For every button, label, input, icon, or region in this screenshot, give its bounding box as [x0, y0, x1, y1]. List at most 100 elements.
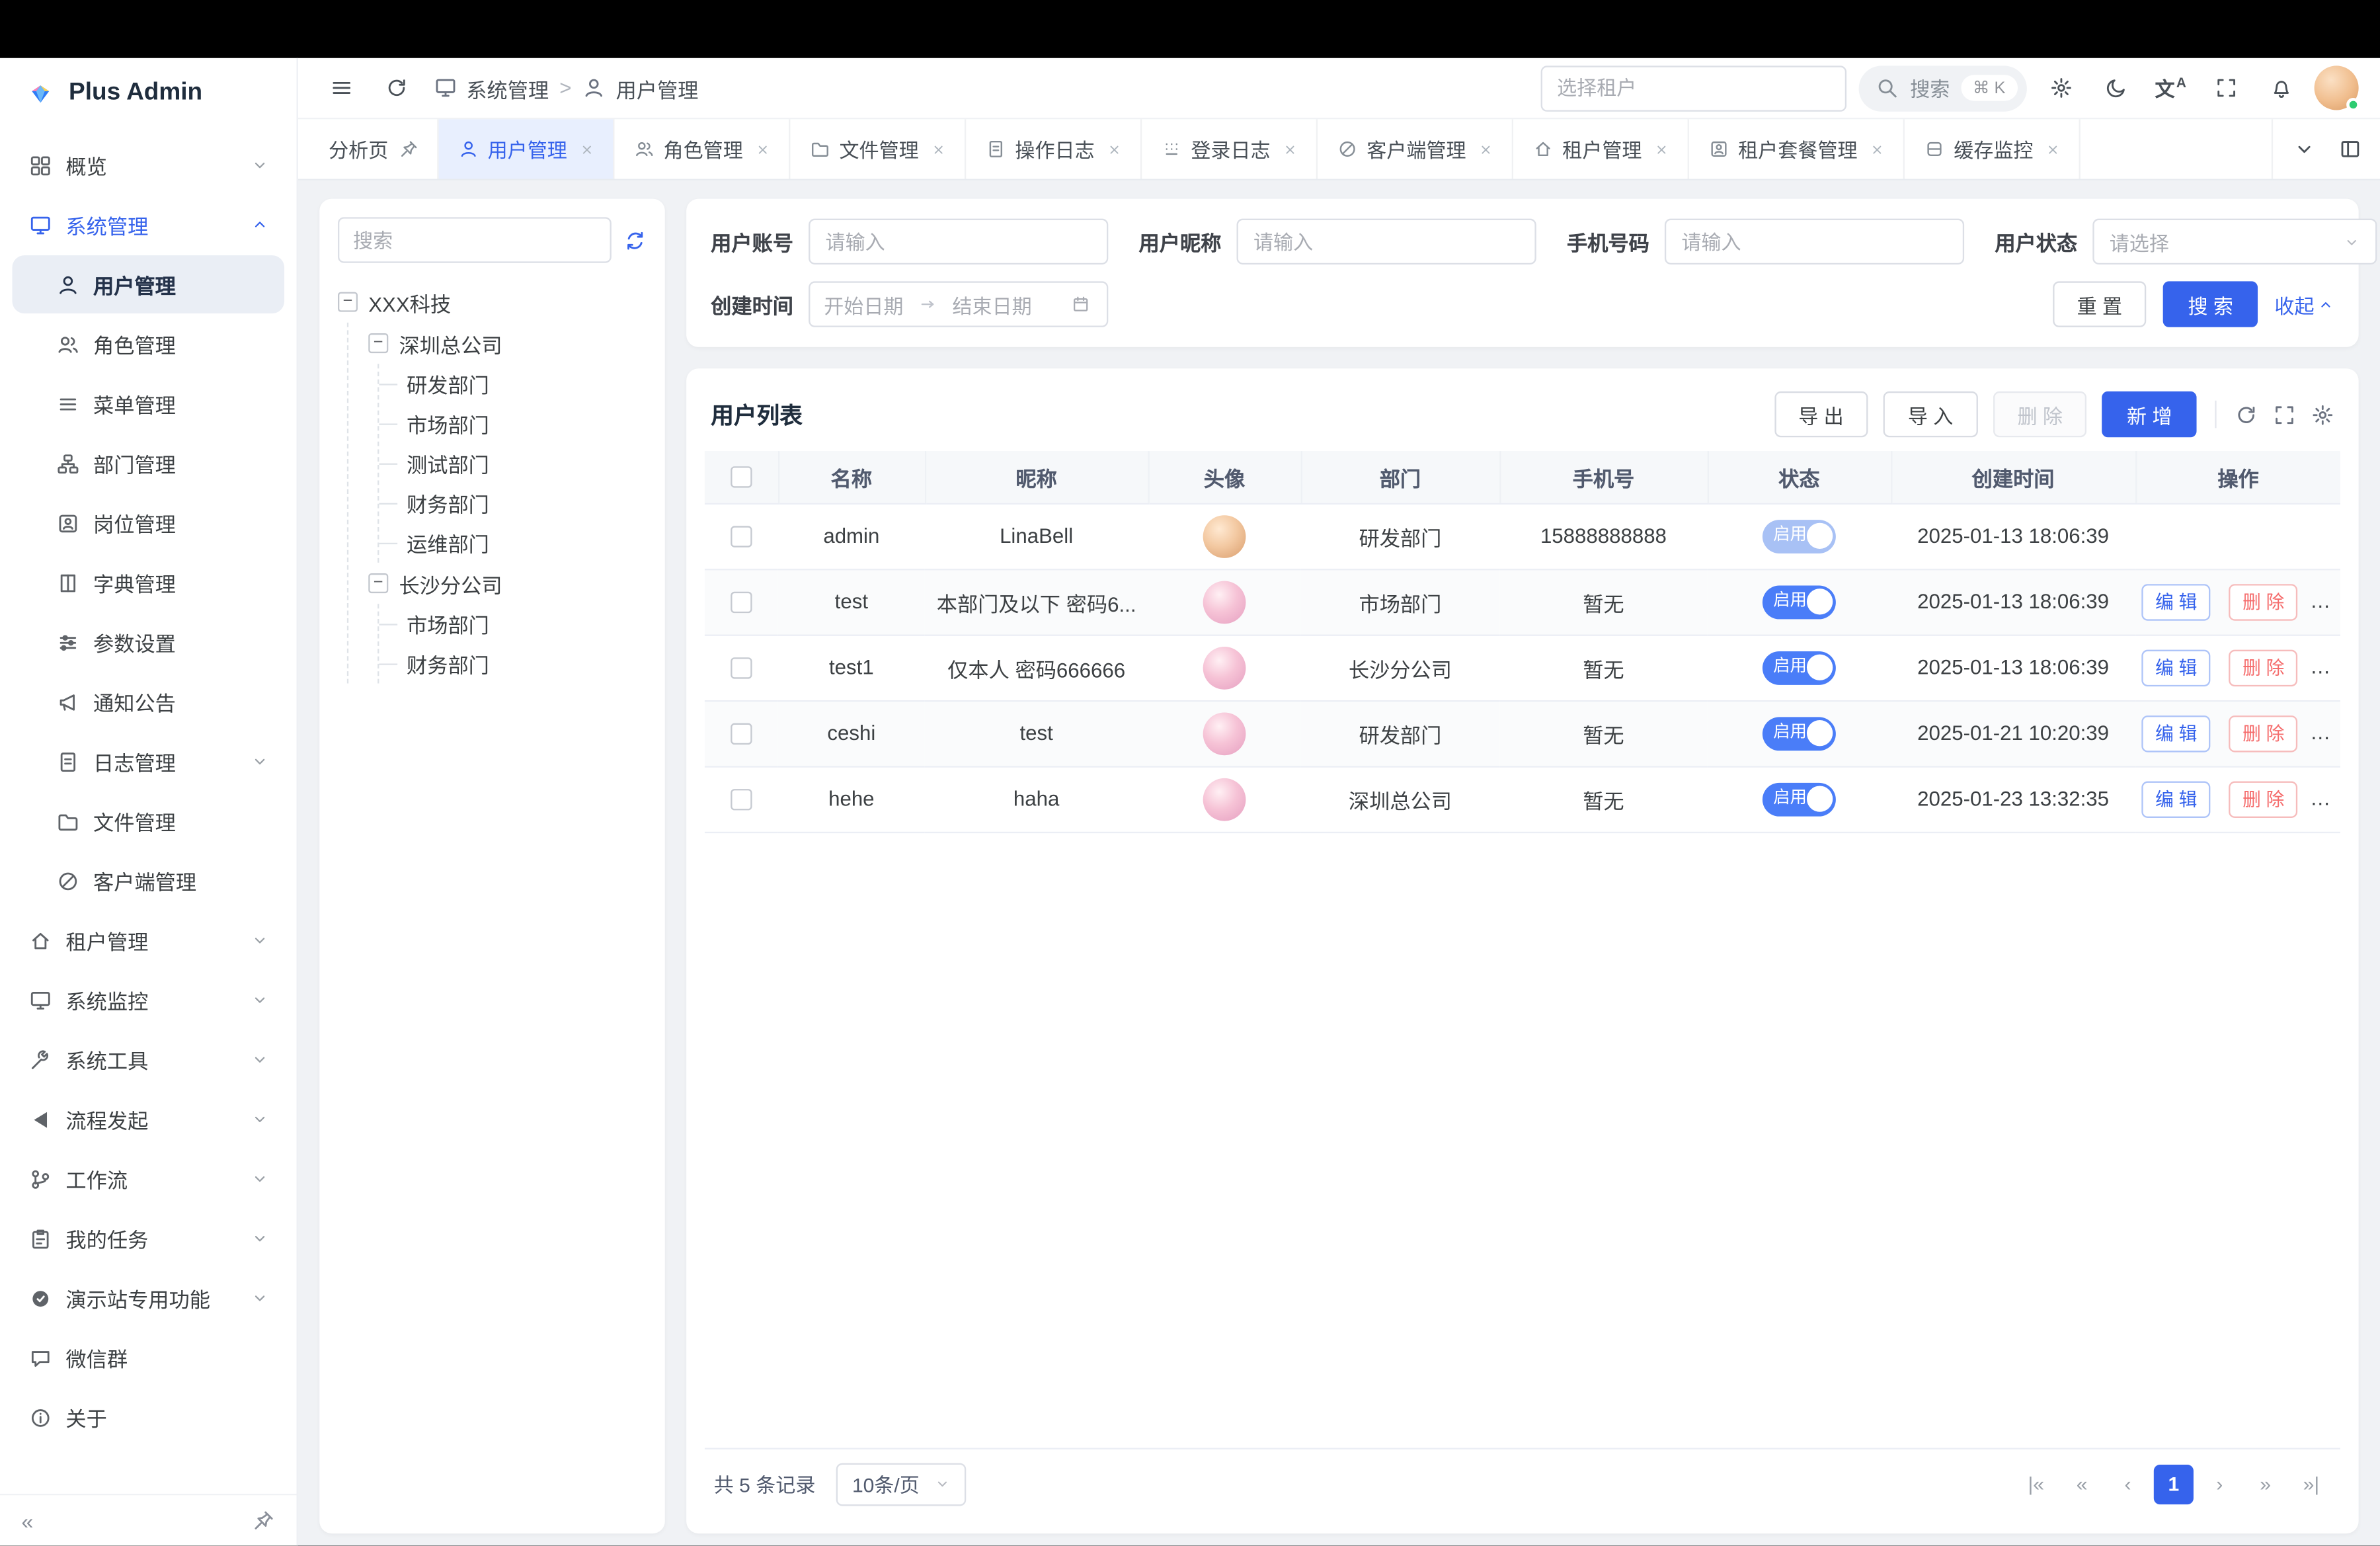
tree-node-branch[interactable]: − 深圳总公司	[368, 323, 647, 364]
tree-node-leaf[interactable]: 财务部门	[379, 643, 647, 683]
user-avatar[interactable]	[1203, 712, 1246, 754]
menu-toggle-icon[interactable]	[319, 67, 362, 110]
row-checkbox[interactable]	[731, 790, 752, 811]
tree-collapse-icon[interactable]: −	[368, 573, 388, 593]
page-number-button[interactable]: 1	[2154, 1464, 2194, 1504]
close-icon[interactable]	[1870, 142, 1885, 157]
delete-button[interactable]: 删 除	[1993, 391, 2086, 437]
sidebar-item-client-management[interactable]: 客户端管理	[12, 852, 284, 910]
account-input[interactable]	[809, 219, 1108, 264]
sidebar-item-about[interactable]: 关于	[12, 1388, 284, 1446]
add-button[interactable]: 新 增	[2102, 391, 2196, 437]
tree-collapse-icon[interactable]: −	[368, 333, 388, 353]
search-button[interactable]: 搜 索	[2164, 281, 2258, 327]
status-toggle[interactable]: 启用	[1763, 782, 1836, 816]
edit-button[interactable]: 编 辑	[2141, 715, 2211, 751]
sidebar-item-system-tools[interactable]: 系统工具	[12, 1030, 284, 1088]
tree-node-leaf[interactable]: 研发部门	[379, 364, 647, 403]
sidebar-item-system-management[interactable]: 系统管理	[12, 196, 284, 254]
tabs-dropdown-icon[interactable]	[2282, 128, 2325, 171]
date-range-picker[interactable]: 开始日期 结束日期	[809, 281, 1108, 327]
close-icon[interactable]	[931, 142, 946, 157]
tree-node-leaf[interactable]: 市场部门	[379, 403, 647, 443]
tab-file-management[interactable]: 文件管理	[790, 119, 966, 179]
sidebar-item-role-management[interactable]: 角色管理	[12, 315, 284, 373]
close-icon[interactable]	[1654, 142, 1669, 157]
first-page-button[interactable]: |«	[2016, 1464, 2056, 1504]
sidebar-item-workflow[interactable]: 工作流	[12, 1150, 284, 1208]
sidebar-item-tenant-management[interactable]: 租户管理	[12, 911, 284, 969]
more-button[interactable]: 更多	[2315, 789, 2340, 812]
more-button[interactable]: 更多	[2315, 657, 2340, 680]
tab-login-log[interactable]: 登录日志	[1142, 119, 1318, 179]
close-icon[interactable]	[579, 142, 594, 157]
sidebar-item-department-management[interactable]: 部门管理	[12, 434, 284, 493]
user-avatar[interactable]	[1203, 514, 1246, 557]
tree-node-root[interactable]: − XXX科技	[338, 281, 647, 322]
close-icon[interactable]	[1478, 142, 1493, 157]
close-icon[interactable]	[1107, 142, 1122, 157]
tabs-layout-icon[interactable]	[2328, 128, 2371, 171]
reset-button[interactable]: 重 置	[2053, 281, 2147, 327]
row-checkbox[interactable]	[731, 723, 752, 745]
edit-button[interactable]: 编 辑	[2141, 649, 2211, 686]
column-settings-icon[interactable]	[2311, 403, 2334, 426]
close-icon[interactable]	[755, 142, 770, 157]
user-avatar[interactable]	[1203, 778, 1246, 821]
tab-user-management[interactable]: 用户管理	[439, 119, 615, 179]
sidebar-item-user-management[interactable]: 用户管理	[12, 255, 284, 313]
dark-mode-moon-icon[interactable]	[2094, 67, 2137, 110]
sidebar-item-log-management[interactable]: 日志管理	[12, 733, 284, 791]
edit-button[interactable]: 编 辑	[2141, 583, 2211, 620]
collapse-sidebar-button[interactable]: «	[21, 1508, 33, 1533]
sidebar-item-my-tasks[interactable]: 我的任务	[12, 1209, 284, 1268]
fullscreen-table-icon[interactable]	[2273, 403, 2296, 426]
nickname-input[interactable]	[1237, 219, 1536, 264]
tab-cache-monitor[interactable]: 缓存监控	[1905, 119, 2081, 179]
pin-icon[interactable]	[397, 138, 418, 159]
tree-refresh-icon[interactable]	[623, 229, 647, 252]
row-checkbox[interactable]	[731, 592, 752, 613]
sidebar-item-process-initiation[interactable]: 流程发起	[12, 1090, 284, 1149]
sidebar-item-file-management[interactable]: 文件管理	[12, 792, 284, 850]
refresh-table-icon[interactable]	[2235, 403, 2258, 426]
tree-node-leaf[interactable]: 市场部门	[379, 604, 647, 643]
delete-row-button[interactable]: 删 除	[2229, 715, 2298, 751]
refresh-page-icon[interactable]	[374, 67, 417, 110]
tab-client-management[interactable]: 客户端管理	[1318, 119, 1513, 179]
select-all-checkbox[interactable]	[731, 467, 752, 488]
language-translate-icon[interactable]: 文A	[2149, 67, 2192, 110]
edit-button[interactable]: 编 辑	[2141, 780, 2211, 817]
global-search-button[interactable]: 搜索 ⌘ K	[1858, 65, 2027, 110]
tab-tenant-package-management[interactable]: 租户套餐管理	[1689, 119, 1905, 179]
status-toggle[interactable]: 启用	[1763, 585, 1836, 618]
sidebar-item-wechat-group[interactable]: 微信群	[12, 1328, 284, 1387]
more-button[interactable]: 更多	[2315, 592, 2340, 615]
tree-node-branch[interactable]: − 长沙分公司	[368, 563, 647, 604]
tree-node-leaf[interactable]: 财务部门	[379, 483, 647, 523]
sidebar-item-overview[interactable]: 概览	[12, 136, 284, 194]
status-toggle[interactable]: 启用	[1763, 519, 1836, 553]
user-avatar[interactable]	[1203, 580, 1246, 623]
close-icon[interactable]	[1283, 142, 1298, 157]
more-button[interactable]: 更多	[2315, 723, 2340, 747]
delete-row-button[interactable]: 删 除	[2229, 780, 2298, 817]
page-size-select[interactable]: 10条/页	[837, 1463, 965, 1506]
sidebar-item-system-monitor[interactable]: 系统监控	[12, 971, 284, 1029]
settings-gear-icon[interactable]	[2039, 67, 2082, 110]
sidebar-item-demo-features[interactable]: 演示站专用功能	[12, 1269, 284, 1327]
import-button[interactable]: 导 入	[1884, 391, 1977, 437]
tab-analysis[interactable]: 分析页	[310, 119, 438, 179]
last-page-button[interactable]: »|	[2291, 1464, 2331, 1504]
tree-collapse-icon[interactable]: −	[338, 292, 358, 312]
sidebar-item-dictionary-management[interactable]: 字典管理	[12, 553, 284, 612]
status-toggle[interactable]: 启用	[1763, 651, 1836, 684]
tree-node-leaf[interactable]: 运维部门	[379, 523, 647, 563]
notifications-bell-icon[interactable]	[2259, 67, 2302, 110]
collapse-filter-link[interactable]: 收起	[2274, 290, 2334, 319]
export-button[interactable]: 导 出	[1774, 391, 1868, 437]
close-icon[interactable]	[2045, 142, 2061, 157]
breadcrumb-item[interactable]: 系统管理	[466, 73, 549, 103]
row-checkbox[interactable]	[731, 658, 752, 679]
row-checkbox[interactable]	[731, 526, 752, 548]
